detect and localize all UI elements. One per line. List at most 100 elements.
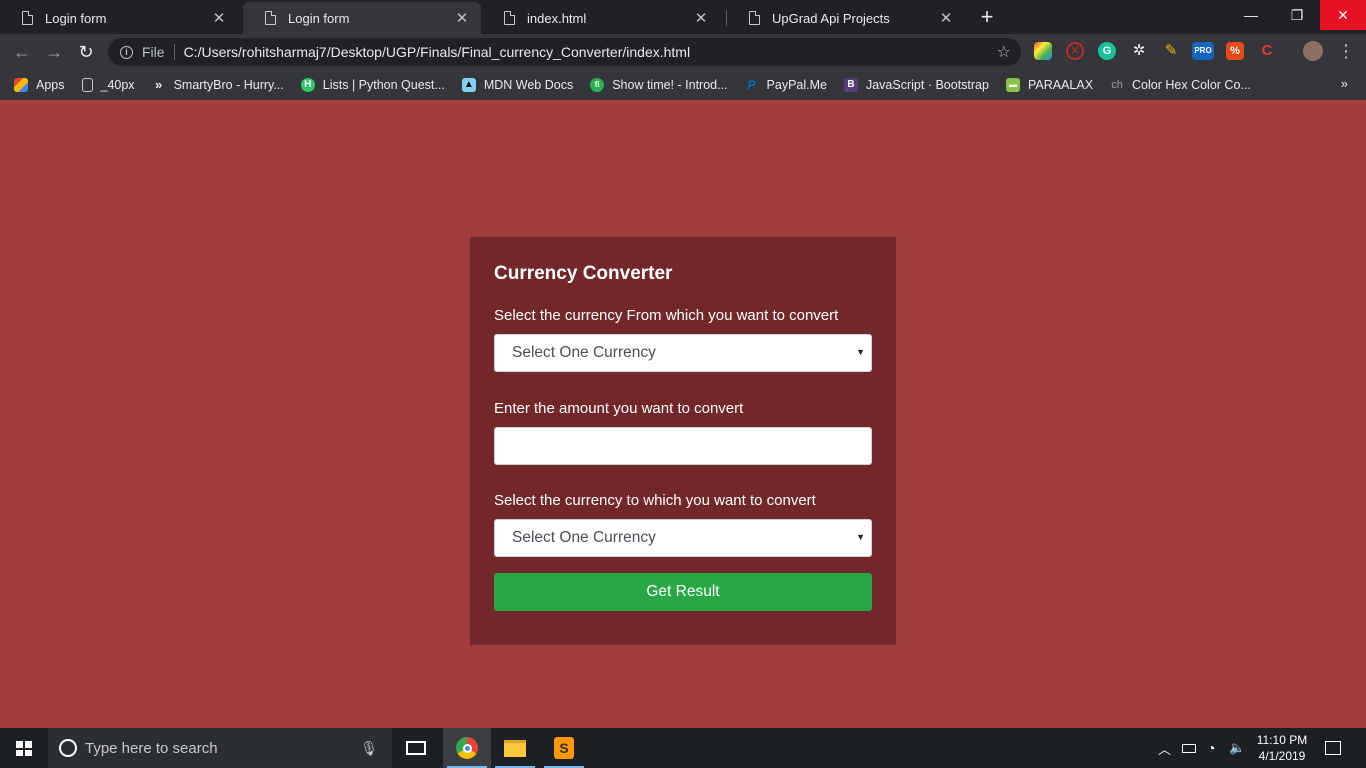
tab-title: index.html bbox=[527, 10, 587, 26]
hackerrank-icon: H bbox=[300, 78, 315, 92]
tab-strip: Login form ✕ Login form ✕ index.html ✕ U… bbox=[0, 0, 1366, 34]
amount-input[interactable] bbox=[494, 427, 872, 465]
clock-date: 4/1/2019 bbox=[1258, 749, 1306, 763]
bookmark-label: MDN Web Docs bbox=[483, 78, 574, 92]
tab-login-form-1[interactable]: Login form ✕ bbox=[0, 2, 238, 34]
bookmark-apps[interactable]: Apps bbox=[14, 78, 65, 92]
tab-index-html[interactable]: index.html ✕ bbox=[482, 2, 720, 34]
wifi-icon: ◔ bbox=[1207, 740, 1216, 756]
dropdown-arrow-icon: ▼ bbox=[856, 532, 865, 542]
to-currency-select[interactable]: Select One Currency ▼ bbox=[494, 519, 872, 557]
bookmark-40px[interactable]: _40px bbox=[81, 78, 135, 92]
bookmark-label: PayPal.Me bbox=[766, 78, 827, 92]
profile-avatar[interactable] bbox=[1303, 41, 1323, 61]
bookmark-bootstrap[interactable]: B JavaScript · Bootstrap bbox=[843, 78, 989, 92]
bookmark-smartybro[interactable]: » SmartyBro - Hurry... bbox=[152, 78, 284, 93]
volume-button[interactable]: 🔈 bbox=[1229, 728, 1245, 768]
adblock-icon[interactable]: ✕ bbox=[1066, 42, 1084, 60]
page-icon bbox=[81, 78, 93, 92]
info-icon[interactable]: i bbox=[120, 45, 133, 59]
from-currency-select[interactable]: Select One Currency ▼ bbox=[494, 334, 872, 372]
task-view-icon bbox=[406, 741, 426, 755]
folder-icon bbox=[504, 739, 526, 757]
percent-icon[interactable]: % bbox=[1226, 42, 1244, 60]
start-button[interactable] bbox=[0, 728, 48, 768]
more-bookmarks-button[interactable]: » bbox=[1341, 76, 1348, 91]
dropdown-arrow-icon: ▼ bbox=[856, 347, 865, 357]
parallax-icon: ▬ bbox=[1005, 78, 1020, 92]
bookmark-python-questions[interactable]: H Lists | Python Quest... bbox=[300, 78, 445, 92]
bookmark-color-hex[interactable]: ch Color Hex Color Co... bbox=[1110, 78, 1251, 92]
bookmark-label: Show time! - Introd... bbox=[612, 78, 728, 92]
codecademy-icon[interactable]: C bbox=[1258, 42, 1276, 60]
minimize-button[interactable]: — bbox=[1228, 0, 1274, 30]
battery-button[interactable] bbox=[1182, 728, 1196, 768]
menu-icon[interactable]: ⋮ bbox=[1337, 40, 1355, 62]
page-icon bbox=[22, 11, 33, 25]
volume-muted-icon: 🔈 bbox=[1229, 740, 1246, 755]
apps-grid-icon bbox=[14, 78, 28, 92]
bookmark-paraalax[interactable]: ▬ PARAALAX bbox=[1005, 78, 1094, 92]
notifications-icon bbox=[1325, 741, 1341, 755]
new-tab-button[interactable]: + bbox=[975, 6, 999, 30]
file-explorer-taskbar-button[interactable] bbox=[491, 728, 539, 768]
taskbar-search[interactable]: Type here to search 🎙 bbox=[48, 728, 392, 768]
paypal-icon: P bbox=[747, 78, 756, 92]
page-icon bbox=[504, 11, 515, 25]
bookmark-label: Color Hex Color Co... bbox=[1132, 78, 1251, 92]
from-currency-label: Select the currency From which you want … bbox=[494, 307, 839, 324]
cortana-icon bbox=[59, 739, 77, 757]
sublime-taskbar-button[interactable]: S bbox=[540, 728, 588, 768]
bookmark-label: Apps bbox=[36, 78, 65, 92]
show-hidden-icons-button[interactable]: ︿ bbox=[1158, 728, 1171, 768]
task-view-button[interactable] bbox=[392, 728, 440, 768]
windows-logo-icon bbox=[16, 741, 32, 756]
grammarly-icon[interactable]: G bbox=[1098, 42, 1116, 60]
close-icon[interactable]: ✕ bbox=[210, 9, 228, 27]
search-placeholder: Type here to search bbox=[85, 739, 218, 757]
pencil-icon[interactable]: ✎ bbox=[1162, 42, 1180, 60]
microphone-icon[interactable]: 🎙 bbox=[360, 740, 378, 757]
tab-login-form-2[interactable]: Login form ✕ bbox=[243, 2, 481, 34]
close-icon[interactable]: ✕ bbox=[453, 9, 471, 27]
chrome-icon bbox=[456, 737, 478, 759]
action-center-button[interactable] bbox=[1325, 728, 1341, 768]
windows-taskbar: Type here to search 🎙 S ︿ ◔ 🔈 11:10 PM 4… bbox=[0, 728, 1366, 768]
chrome-taskbar-button[interactable] bbox=[443, 728, 491, 768]
bookmark-label: _40px bbox=[100, 78, 135, 92]
battery-icon bbox=[1182, 743, 1196, 753]
settings-gear-icon[interactable]: ✲ bbox=[1130, 42, 1148, 60]
tab-title: Login form bbox=[45, 10, 107, 26]
sublime-text-icon: S bbox=[554, 737, 574, 759]
close-icon[interactable]: ✕ bbox=[692, 9, 710, 27]
tab-upgrad-api-projects[interactable]: UpGrad Api Projects ✕ bbox=[727, 2, 965, 34]
forward-button[interactable]: → bbox=[42, 40, 66, 64]
url-text[interactable]: C:/Users/rohitsharmaj7/Desktop/UGP/Final… bbox=[184, 44, 997, 60]
close-icon[interactable]: ✕ bbox=[937, 9, 955, 27]
bookmark-show-time[interactable]: fi Show time! - Introd... bbox=[590, 78, 728, 92]
bookmarks-bar: Apps _40px » SmartyBro - Hurry... H List… bbox=[0, 70, 1366, 100]
pro-icon[interactable]: PRO bbox=[1192, 42, 1214, 60]
bookmark-star-icon[interactable]: ☆ bbox=[997, 42, 1011, 62]
bookmark-label: PARAALAX bbox=[1027, 78, 1094, 92]
amount-label: Enter the amount you want to convert bbox=[494, 400, 744, 417]
network-button[interactable]: ◔ bbox=[1207, 728, 1215, 768]
get-result-button[interactable]: Get Result bbox=[494, 573, 872, 611]
close-window-button[interactable]: ✕ bbox=[1320, 0, 1366, 30]
reload-button[interactable]: ↻ bbox=[74, 40, 98, 64]
tab-title: Login form bbox=[288, 10, 350, 26]
back-button[interactable]: ← bbox=[10, 40, 34, 64]
colorpick-icon[interactable] bbox=[1034, 42, 1052, 60]
bookmark-label: SmartyBro - Hurry... bbox=[173, 78, 284, 92]
address-bar[interactable]: i File C:/Users/rohitsharmaj7/Desktop/UG… bbox=[108, 38, 1021, 66]
bookmark-label: Lists | Python Quest... bbox=[322, 78, 445, 92]
from-currency-value: Select One Currency bbox=[512, 344, 656, 361]
bookmark-mdn[interactable]: ▲ MDN Web Docs bbox=[461, 78, 574, 92]
restore-button[interactable]: ❐ bbox=[1274, 0, 1320, 30]
page-icon bbox=[749, 11, 760, 25]
bookmark-paypal[interactable]: P PayPal.Me bbox=[745, 78, 827, 92]
clock[interactable]: 11:10 PM 4/1/2019 bbox=[1250, 732, 1314, 764]
page-content: Currency Converter Select the currency F… bbox=[0, 100, 1366, 728]
to-currency-label: Select the currency to which you want to… bbox=[494, 492, 816, 509]
colorhex-icon: ch bbox=[1111, 79, 1123, 91]
